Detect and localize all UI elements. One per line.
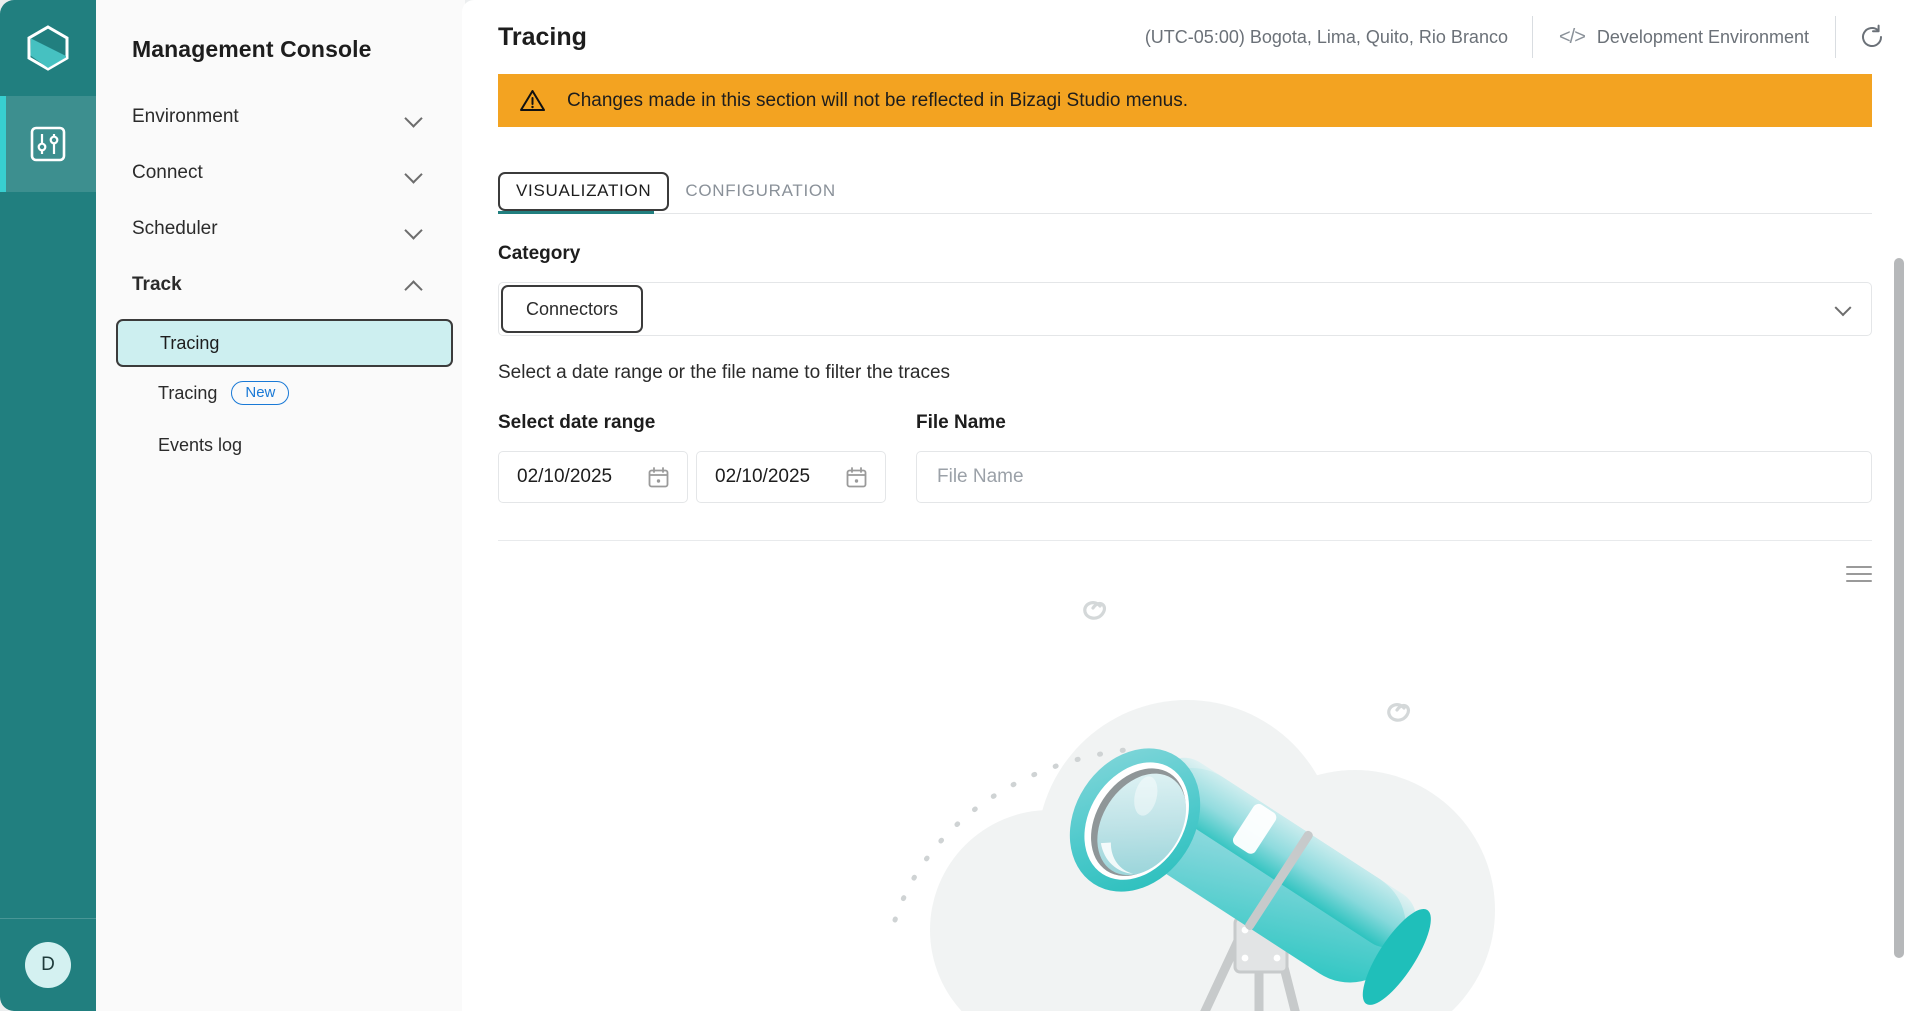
sidebar-item-label: Events log <box>158 435 242 456</box>
filter-row: Select date range 02/10/2025 02/1 <box>498 412 1872 503</box>
status-badge-new: New <box>231 381 289 405</box>
sidebar-item-label: Track <box>132 274 182 296</box>
tab-visualization[interactable]: VISUALIZATION <box>498 172 669 211</box>
chevron-down-icon <box>406 165 423 182</box>
section-divider <box>498 540 1872 541</box>
empty-state-illustration <box>462 580 1908 1011</box>
category-selected-value: Connectors <box>501 285 643 333</box>
chevron-down-icon <box>406 109 423 126</box>
sidebar-title: Management Console <box>96 0 465 63</box>
chevron-up-icon <box>406 277 423 294</box>
file-name-label: File Name <box>916 412 1872 434</box>
scrollbar-thumb[interactable] <box>1894 258 1904 958</box>
top-bar: Tracing (UTC-05:00) Bogota, Lima, Quito,… <box>462 0 1908 74</box>
sidebar-item-scheduler[interactable]: Scheduler <box>96 201 465 257</box>
environment-indicator[interactable]: </> Development Environment <box>1533 26 1835 49</box>
sidebar-item-label: Environment <box>132 106 239 128</box>
rail-item-management-console[interactable] <box>0 96 96 192</box>
rail-footer: D <box>0 918 96 1011</box>
date-inputs: 02/10/2025 02/10/2025 <box>498 451 886 503</box>
vertical-scrollbar[interactable] <box>1894 258 1904 1011</box>
timezone-label: (UTC-05:00) Bogota, Lima, Quito, Rio Bra… <box>1121 27 1532 48</box>
page-title: Tracing <box>498 23 587 52</box>
file-name-input[interactable] <box>916 451 1872 503</box>
sidebar-item-connect[interactable]: Connect <box>96 145 465 201</box>
date-from-input[interactable]: 02/10/2025 <box>498 451 688 503</box>
date-to-input[interactable]: 02/10/2025 <box>696 451 886 503</box>
sidebar-item-events-log[interactable]: Events log <box>96 419 465 471</box>
sidebar-item-track[interactable]: Track <box>96 257 465 313</box>
cube-logo-icon <box>26 24 70 72</box>
tab-bar: VISUALIZATION CONFIGURATION <box>498 170 1872 214</box>
category-select[interactable]: Connectors <box>498 282 1872 336</box>
code-brackets-icon: </> <box>1559 26 1585 49</box>
sidebar-item-environment[interactable]: Environment <box>96 89 465 145</box>
main-content: Tracing (UTC-05:00) Bogota, Lima, Quito,… <box>462 0 1908 1011</box>
sidebar-item-label: Tracing <box>160 333 219 354</box>
top-bar-right: (UTC-05:00) Bogota, Lima, Quito, Rio Bra… <box>1121 0 1908 74</box>
date-to-value: 02/10/2025 <box>715 466 810 488</box>
tab-active-indicator <box>498 211 654 214</box>
sidebar-item-label: Tracing <box>158 383 217 404</box>
tab-configuration[interactable]: CONFIGURATION <box>669 173 851 213</box>
warning-banner: Changes made in this section will not be… <box>498 74 1872 127</box>
sidebar: Management Console Environment Connect S… <box>96 0 465 1011</box>
file-name-group: File Name <box>916 412 1872 503</box>
avatar[interactable]: D <box>25 942 71 988</box>
date-range-label: Select date range <box>498 412 886 434</box>
refresh-icon <box>1859 24 1885 50</box>
sidebar-menu: Environment Connect Scheduler Track Trac… <box>96 89 465 471</box>
app-logo[interactable] <box>0 0 96 96</box>
warning-triangle-icon <box>520 89 545 112</box>
sidebar-item-tracing-new[interactable]: Tracing New <box>96 367 465 419</box>
chevron-down-icon <box>406 221 423 238</box>
environment-label: Development Environment <box>1597 27 1809 48</box>
sliders-icon <box>27 123 69 165</box>
calendar-icon <box>648 467 669 488</box>
calendar-icon <box>846 467 867 488</box>
warning-banner-text: Changes made in this section will not be… <box>567 90 1188 112</box>
app-root: D Management Console Environment Connect… <box>0 0 1908 1011</box>
filter-hint: Select a date range or the file name to … <box>498 362 1872 384</box>
sidebar-item-label: Connect <box>132 162 203 184</box>
chevron-down-icon <box>1835 299 1852 316</box>
date-range-group: Select date range 02/10/2025 02/1 <box>498 412 886 503</box>
category-label: Category <box>498 243 1872 265</box>
sidebar-item-tracing[interactable]: Tracing <box>116 319 453 367</box>
sidebar-item-label: Scheduler <box>132 218 218 240</box>
icon-rail: D <box>0 0 96 1011</box>
date-from-value: 02/10/2025 <box>517 466 612 488</box>
refresh-button[interactable] <box>1836 24 1908 50</box>
telescope-illustration <box>835 580 1535 1011</box>
